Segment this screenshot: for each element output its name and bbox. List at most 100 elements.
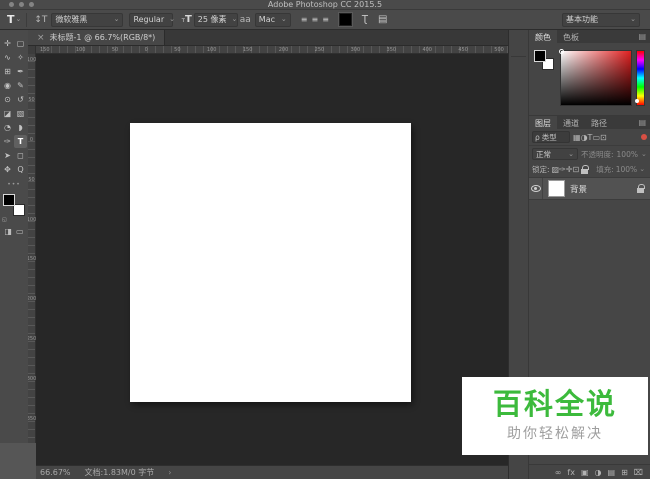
align-left-icon[interactable]: ≡ [301,15,308,24]
tool-type[interactable]: T [14,135,27,148]
edit-toolbar-dots[interactable]: ••• [0,181,28,188]
font-family-select[interactable]: 微软雅黑 ⌄ [51,12,124,27]
tools-grid: ✛ ▢ ∿ ✧ ⊞ ✒ ◉ ✎ ⊙ ↺ ◪ ▧ ◔ ◗ ✑ T ➤ ◻ ✥ Q [0,30,28,176]
tool-gradient[interactable]: ▧ [14,107,27,120]
lock-artboard[interactable]: ⊡ [573,165,580,174]
text-orientation-icon[interactable]: ↕T [34,15,47,25]
font-size-icon: тT [181,14,192,25]
default-colors-icon[interactable]: ◱ [2,217,11,223]
foreground-color-swatch[interactable] [3,194,15,206]
layer-visibility-cell[interactable] [529,178,543,199]
lock-position[interactable]: ✛ [566,165,573,174]
tool-hand[interactable]: ✥ [1,163,14,176]
toggle-panels-icon[interactable]: ▤ [378,14,387,25]
tool-history-brush[interactable]: ↺ [14,93,27,106]
layer-row-background[interactable]: 背景 [529,178,650,200]
lock-pixels[interactable]: ✑ [559,165,566,174]
saturation-brightness-picker[interactable] [559,49,632,106]
tool-healing-brush[interactable]: ◉ [1,79,14,92]
filter-toggle-switch[interactable] [641,134,647,140]
ruler-label: 350 [386,46,397,53]
layer-name: 背景 [570,184,588,195]
text-align-group: ≡ ≡ ≡ [301,15,329,24]
filter-pixel[interactable]: ▦ [573,133,581,142]
tool-lasso[interactable]: ∿ [1,51,14,64]
status-menu-arrow-icon[interactable]: › [168,468,171,477]
anti-alias-value: Mac [258,15,275,24]
text-color-swatch[interactable] [337,12,353,27]
canvas[interactable] [130,123,411,402]
zoom-level[interactable]: 66.67% [40,468,71,477]
delete-layer[interactable]: ⌧ [634,468,643,477]
panel-menu-icon[interactable]: ▤ [638,32,650,41]
layer-mask[interactable]: ▣ [581,468,589,477]
horizontal-ruler-labels: 150 100 50 0 50 100 150 200 250 300 350 400 450 500 [36,46,508,54]
layer-group[interactable]: ▤ [608,468,616,477]
font-size-value: 25 像素 [197,15,227,24]
warp-text-icon[interactable]: Ʈ [362,14,368,25]
new-layer[interactable]: ⊞ [621,468,628,477]
tab-layers[interactable]: 图层 [529,116,557,129]
tool-brush[interactable]: ✎ [14,79,27,92]
titlebar: Adobe Photoshop CC 2015.5 [0,0,650,10]
tool-quick-select[interactable]: ✧ [14,51,27,64]
tab-swatches[interactable]: 色板 [557,30,585,43]
tool-crop[interactable]: ⊞ [1,65,14,78]
tool-blur[interactable]: ◔ [1,121,14,134]
chevron-down-icon: ⌄ [113,15,120,23]
horizontal-ruler[interactable]: 150 100 50 0 50 100 150 200 250 300 350 400 450 500 [28,46,508,54]
tab-color[interactable]: 颜色 [529,30,557,43]
lock-label: 锁定: [532,165,550,174]
filter-smart-object[interactable]: ⊡ [600,133,607,142]
layers-panel-tabs: 图层 通道 路径 ▤ [529,116,650,129]
font-style-select[interactable]: Regular ⌄ [129,12,175,27]
hue-slider[interactable] [635,50,645,106]
workspace-select[interactable]: 基本功能 ⌄ [562,12,640,27]
close-icon[interactable]: × [37,33,45,43]
tool-pen[interactable]: ✑ [1,135,14,148]
watermark-title: 百科全说 [492,387,617,422]
tool-clone-stamp[interactable]: ⊙ [1,93,14,106]
adjustment-layer[interactable]: ◑ [595,468,602,477]
tool-preset-picker[interactable]: T ⌄ [7,13,21,26]
blend-mode-select[interactable]: 正常 ⌄ [532,148,578,160]
layer-style[interactable]: fx [567,468,575,477]
filter-shape[interactable]: ▭ [592,133,600,142]
lock-transparent[interactable]: ▨ [552,165,560,174]
tool-path-select[interactable]: ➤ [1,149,14,162]
tool-marquee[interactable]: ▢ [14,37,27,50]
panel-menu-icon[interactable]: ▤ [638,118,650,127]
font-size-select[interactable]: 25 像素 ⌄ [193,12,238,27]
anti-alias-select[interactable]: Mac ⌄ [254,12,291,27]
chevron-down-icon: ⌄ [630,15,636,23]
tab-paths[interactable]: 路径 [585,116,613,129]
ruler-label: 50 [111,46,119,53]
link-layers[interactable]: ∞ [555,468,562,477]
quick-mask[interactable]: ◨ [4,227,12,236]
screen-mode[interactable]: ▭ [16,227,24,236]
vertical-ruler[interactable]: 10050050100150200250300350400 [27,54,36,465]
foreground-color-swatch[interactable] [534,50,546,62]
filter-adjustment[interactable]: ◑ [581,133,588,142]
chevron-down-icon: ⌄ [639,165,646,173]
layer-thumbnail[interactable] [548,180,565,197]
tool-eraser[interactable]: ◪ [1,107,14,120]
tab-channels[interactable]: 通道 [557,116,585,129]
tool-zoom[interactable]: Q [14,163,27,176]
ruler-label: 300 [350,46,361,53]
document-tab[interactable]: × 未标题-1 @ 66.7%(RGB/8*) [28,30,166,45]
layers-filter-row: ρ 类型 ▦◑T▭⊡ [529,129,650,146]
hue-slider-cursor[interactable] [635,99,639,103]
align-right-icon[interactable]: ≡ [322,15,329,24]
layer-filter-select[interactable]: ρ 类型 [532,131,570,143]
color-picker-cursor[interactable] [559,49,564,54]
fill-value[interactable]: 100% [616,165,637,174]
font-family-value: 微软雅黑 [55,15,88,24]
tool-dodge[interactable]: ◗ [14,121,27,134]
tool-move[interactable]: ✛ [1,37,14,50]
opacity-value[interactable]: 100% [617,150,638,159]
tool-eyedropper[interactable]: ✒ [14,65,27,78]
lock-all-icon[interactable] [581,165,590,174]
tool-shape[interactable]: ◻ [14,149,27,162]
align-center-icon[interactable]: ≡ [312,15,319,24]
